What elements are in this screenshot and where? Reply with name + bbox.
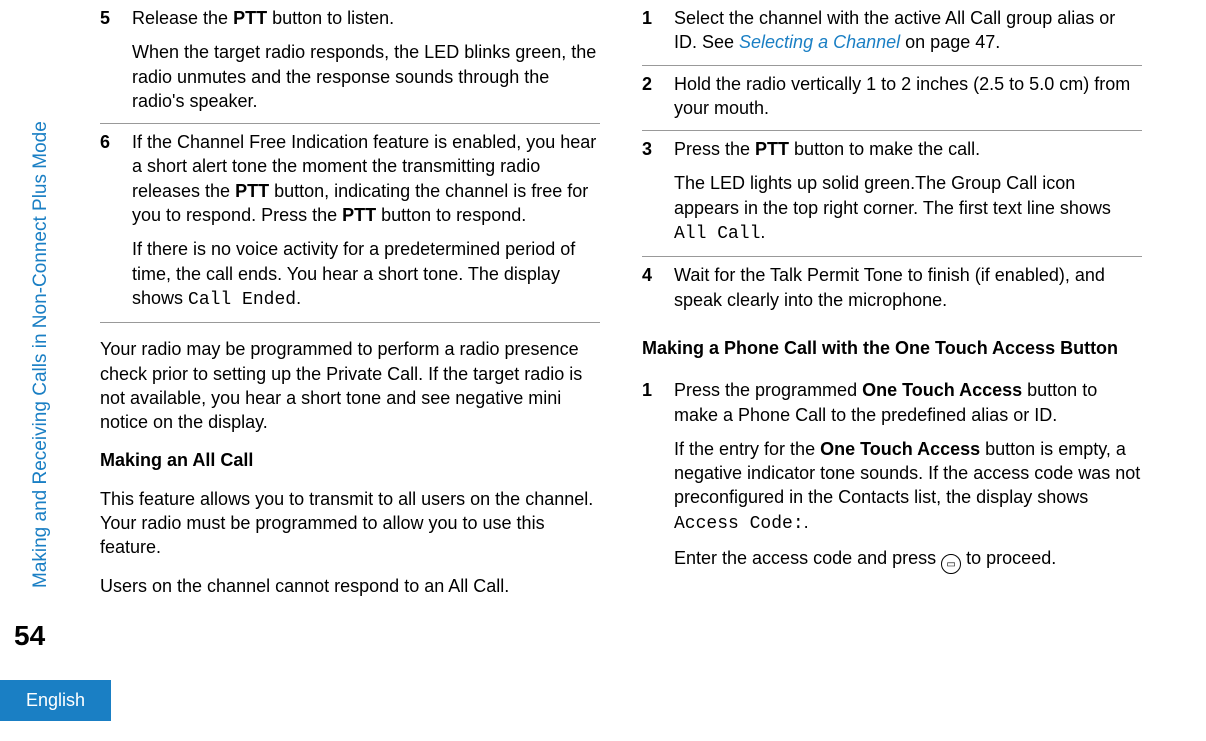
- text-run: button to listen.: [267, 8, 394, 28]
- text-run: Enter the access code and press: [674, 548, 941, 568]
- section-heading: Making an All Call: [100, 448, 600, 472]
- section-heading: Making a Phone Call with the One Touch A…: [642, 336, 1142, 360]
- step-body: If the Channel Free Indication feature i…: [132, 130, 600, 312]
- text-run: .: [296, 288, 301, 308]
- content-columns: 5 Release the PTT button to listen. When t…: [100, 0, 1190, 612]
- step-number: 1: [642, 6, 660, 55]
- step: 6If the Channel Free Indication feature …: [100, 124, 600, 322]
- step: 2 Hold the radio vertically 1 to 2 inches…: [642, 66, 1142, 131]
- step-number: 3: [642, 137, 660, 246]
- paragraph: If the Channel Free Indication feature i…: [132, 130, 600, 227]
- step-body: Press the PTT button to make the call. Th…: [674, 137, 1142, 246]
- text-run: One Touch Access: [820, 439, 980, 459]
- paragraph: If the entry for the One Touch Access bu…: [674, 437, 1142, 536]
- step-number: 1: [642, 378, 660, 574]
- paragraph: If there is no voice activity for a pred…: [132, 237, 600, 312]
- text-run: Call Ended: [188, 290, 296, 310]
- text-run: The LED lights up solid green.The Group …: [674, 173, 1111, 217]
- paragraph: Select the channel with the active All C…: [674, 6, 1142, 55]
- paragraph: Release the PTT button to listen.: [132, 6, 600, 30]
- paragraph: Wait for the Talk Permit Tone to finish …: [674, 263, 1142, 312]
- step-number: 5: [100, 6, 118, 113]
- text-run: to proceed.: [961, 548, 1056, 568]
- step-number: 2: [642, 72, 660, 121]
- text-run: Press the: [674, 139, 755, 159]
- step-body: Hold the radio vertically 1 to 2 inches …: [674, 72, 1142, 121]
- text-run: Hold the radio vertically 1 to 2 inches …: [674, 74, 1130, 118]
- text-run: Wait for the Talk Permit Tone to finish …: [674, 265, 1105, 309]
- section-title: Making and Receiving Calls in Non-Connec…: [30, 8, 52, 588]
- paragraph: Hold the radio vertically 1 to 2 inches …: [674, 72, 1142, 121]
- step-number: 6: [100, 130, 118, 312]
- text-run: button to respond.: [376, 205, 526, 225]
- paragraph: When the target radio responds, the LED …: [132, 40, 600, 113]
- paragraph: Press the PTT button to make the call.: [674, 137, 1142, 161]
- step-body: Wait for the Talk Permit Tone to finish …: [674, 263, 1142, 312]
- right-column: 1 Select the channel with the active All …: [642, 0, 1142, 612]
- text-run: All Call: [674, 224, 760, 244]
- paragraph: Your radio may be programmed to perform …: [100, 337, 600, 434]
- sidebar: Making and Receiving Calls in Non-Connec…: [30, 8, 62, 588]
- step-body: Select the channel with the active All C…: [674, 6, 1142, 55]
- text-run: PTT: [342, 205, 376, 225]
- step: 5 Release the PTT button to listen. When t…: [100, 0, 600, 123]
- step: 3 Press the PTT button to make the call. T…: [642, 131, 1142, 256]
- text-run: .: [760, 222, 765, 242]
- text-run: PTT: [235, 181, 269, 201]
- step: 1 Press the programmed One Touch Access b…: [642, 372, 1142, 584]
- text-run: This feature allows you to transmit to a…: [100, 489, 593, 558]
- text-run: Users on the channel cannot respond to a…: [100, 576, 509, 596]
- text-run: Press the programmed: [674, 380, 862, 400]
- text-run: button to make the call.: [789, 139, 980, 159]
- paragraph: The LED lights up solid green.The Group …: [674, 171, 1142, 246]
- page-number: 54: [14, 620, 45, 652]
- left-column: 5 Release the PTT button to listen. When t…: [100, 0, 600, 612]
- language-tab: English: [0, 680, 111, 721]
- paragraph: Users on the channel cannot respond to a…: [100, 574, 600, 598]
- text-run: .: [804, 512, 809, 532]
- text-run: PTT: [755, 139, 789, 159]
- text-run: One Touch Access: [862, 380, 1022, 400]
- paragraph: This feature allows you to transmit to a…: [100, 487, 600, 560]
- step: 1 Select the channel with the active All …: [642, 0, 1142, 65]
- cross-ref-link[interactable]: Selecting a Channel: [739, 32, 900, 52]
- paragraph: Press the programmed One Touch Access bu…: [674, 378, 1142, 427]
- step-number: 4: [642, 263, 660, 312]
- text-run: Release the: [132, 8, 233, 28]
- step: 4 Wait for the Talk Permit Tone to finish…: [642, 257, 1142, 322]
- step-body: Release the PTT button to listen. When th…: [132, 6, 600, 113]
- text-run: PTT: [233, 8, 267, 28]
- text-run: When the target radio responds, the LED …: [132, 42, 596, 111]
- text-run: If the entry for the: [674, 439, 820, 459]
- text-run: on page 47.: [900, 32, 1000, 52]
- page: Making and Receiving Calls in Non-Connec…: [0, 0, 1206, 741]
- text-run: Your radio may be programmed to perform …: [100, 339, 582, 432]
- ok-button-icon: ▭: [941, 554, 961, 574]
- step-body: Press the programmed One Touch Access bu…: [674, 378, 1142, 574]
- text-run: Access Code:: [674, 514, 804, 534]
- paragraph: Enter the access code and press ▭ to pro…: [674, 546, 1142, 574]
- step-separator: [100, 322, 600, 323]
